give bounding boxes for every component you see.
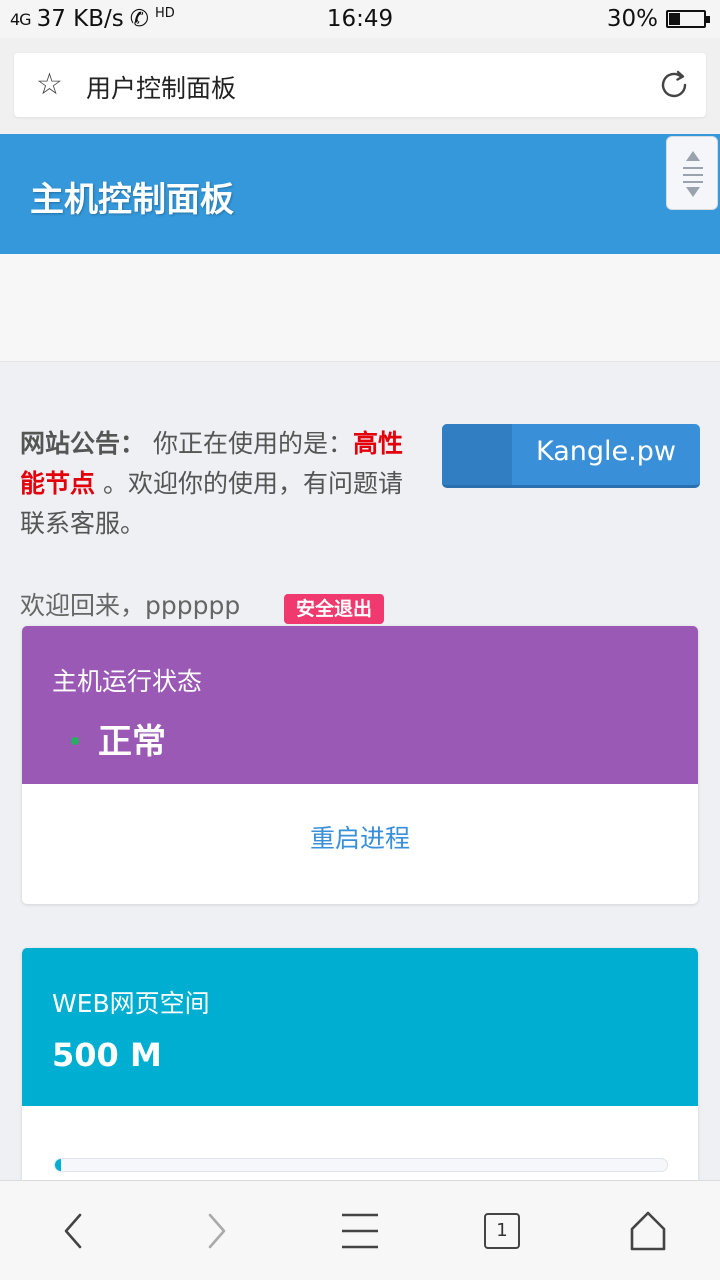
arrow-down-icon [686,187,700,197]
site-notice: 网站公告： 你正在使用的是：高性能节点 。欢迎你的使用，有问题请联系客服。 [20,424,422,544]
home-icon[interactable] [598,1181,698,1280]
forward-icon[interactable] [166,1181,266,1280]
web-space-progress-fill [55,1159,62,1171]
web-space-progress-bar [54,1158,668,1172]
status-right: 30% [606,6,710,32]
battery-icon [666,10,710,28]
web-space-header: WEB网页空间 500 M [22,948,698,1106]
host-status-card: 主机运行状态 正常 重启进程 [22,626,698,904]
nav-strip [0,254,720,362]
host-status-value: 正常 [98,722,166,762]
browser-bottom-nav: 1 [0,1180,720,1280]
logout-button[interactable]: 安全退出 [284,594,385,624]
site-title: 主机控制面板 [30,180,234,220]
web-space-title: WEB网页空间 [52,989,210,1018]
status-bar: 4G 37 KB/s ✆ HD 16:49 30% [0,0,720,38]
back-icon[interactable] [22,1181,122,1280]
host-status-header: 主机运行状态 正常 [22,626,698,784]
url-box[interactable]: ☆ 用户控制面板 [14,53,706,117]
menu-toggle-button[interactable] [666,136,718,210]
site-header: 主机控制面板 [0,134,720,254]
host-status-title: 主机运行状态 [52,667,203,696]
web-space-value: 500 M [52,1036,162,1074]
web-space-card: WEB网页空间 500 M [22,948,698,1188]
tabs-icon: 1 [484,1213,520,1249]
welcome-text: 欢迎回来，pppppp [20,591,241,620]
kangle-brand-button[interactable]: Kangle.pw [442,424,700,488]
status-dot-icon [71,737,79,745]
menu-icon[interactable] [310,1181,410,1280]
tabs-button[interactable]: 1 [448,1181,548,1280]
restart-process-link[interactable]: 重启进程 [22,819,698,855]
kangle-button-label: Kangle.pw [536,436,676,467]
star-icon[interactable]: ☆ [36,67,63,103]
battery-percent: 30% [606,6,658,32]
notice-label: 网站公告： [20,429,146,458]
notice-text: 你正在使用的是： [152,429,353,458]
arrow-up-icon [686,151,700,161]
browser-address-bar: ☆ 用户控制面板 [0,38,720,134]
url-page-title[interactable]: 用户控制面板 [86,69,236,105]
refresh-icon[interactable] [656,67,692,103]
